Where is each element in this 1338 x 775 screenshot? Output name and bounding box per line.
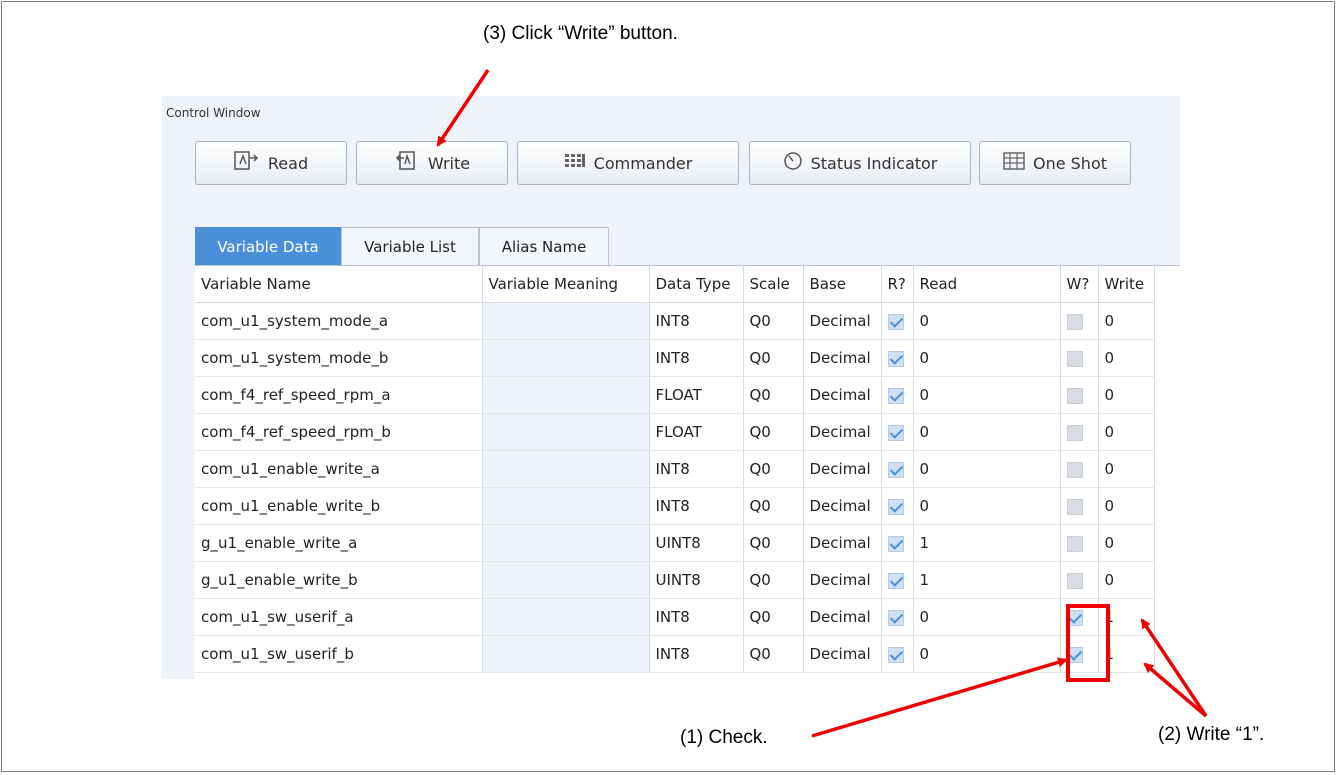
arrow-to-write-button <box>436 69 490 147</box>
arrow-to-write-checkbox <box>811 657 1068 738</box>
annotation-arrows <box>436 69 1208 738</box>
